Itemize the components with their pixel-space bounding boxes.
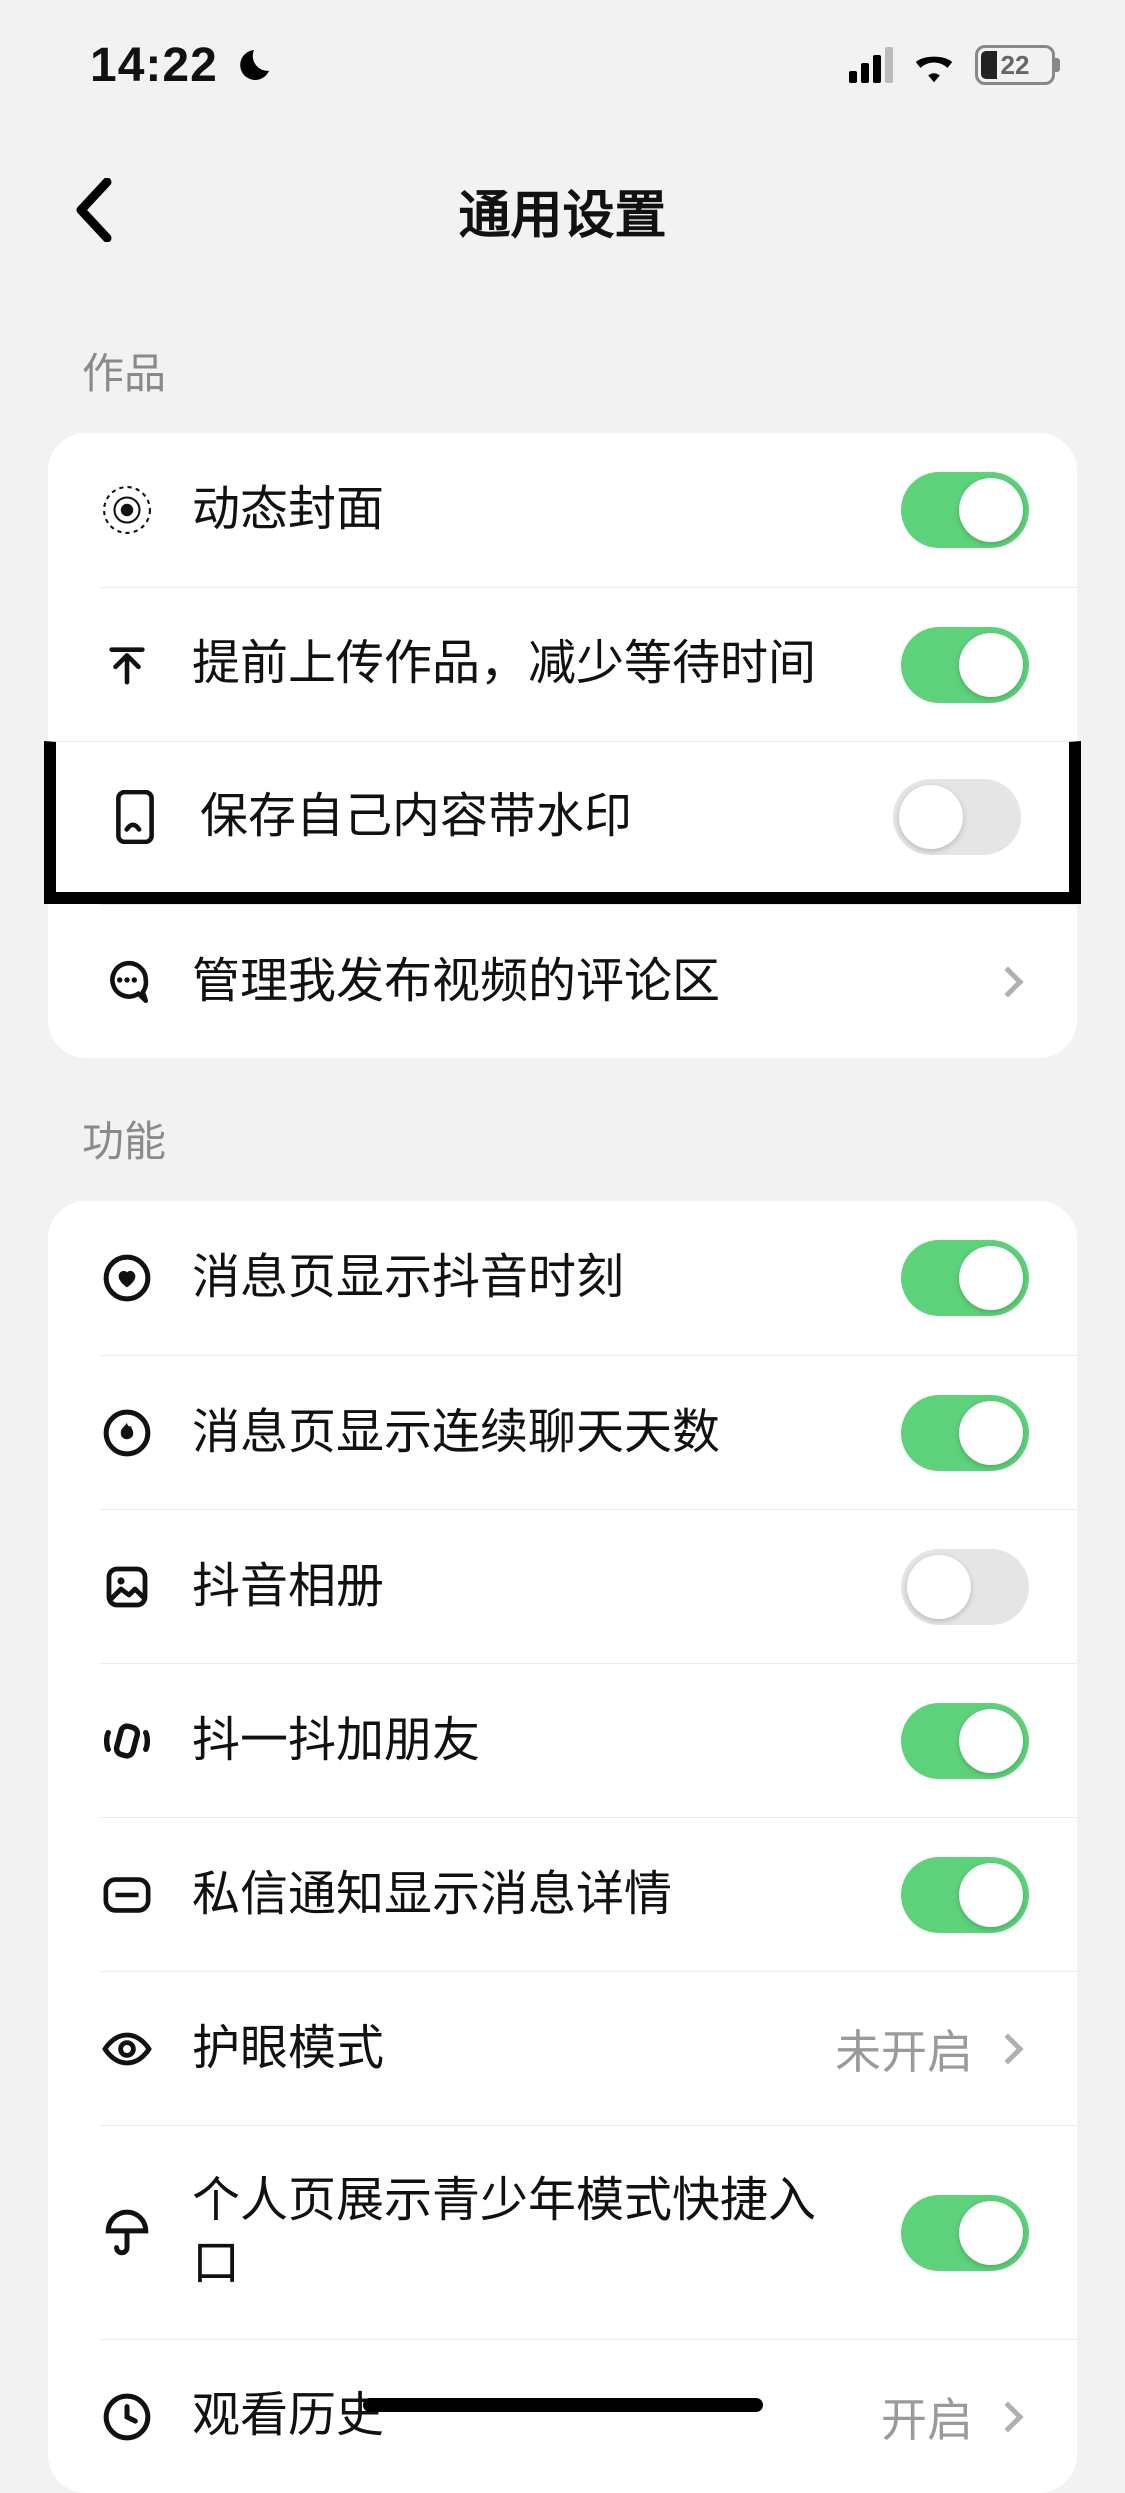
row-label: 抖音相册 [192, 1512, 863, 1662]
page-title: 通用设置 [458, 173, 666, 248]
toggle-show-chat-streak[interactable] [901, 1395, 1029, 1471]
row-teen-shortcut[interactable]: 个人页展示青少年模式快捷入口 [100, 2125, 1077, 2339]
chevron-left-icon [73, 178, 113, 242]
battery-percent: 22 [1001, 50, 1030, 81]
row-label: 提前上传作品，减少等待时间 [192, 589, 863, 739]
row-label: 抖一抖加朋友 [192, 1666, 863, 1816]
target-icon [100, 483, 154, 537]
chevron-right-icon [992, 2401, 1023, 2432]
card-works: 动态封面 提前上传作品，减少等待时间 保存自己内容带水印 [48, 433, 1077, 1058]
section-label-works: 作品 [0, 290, 1125, 433]
row-manage-comments[interactable]: 管理我发布视频的评论区 [100, 904, 1077, 1058]
row-label: 消息页显示连续聊天天数 [192, 1358, 863, 1508]
card-features: 消息页显示抖音时刻 消息页显示连续聊天天数 抖音相册 [48, 1201, 1077, 2493]
status-bar: 14:22 22 [0, 0, 1125, 130]
row-label: 观看历史 [192, 2341, 843, 2491]
phone-watermark-icon [108, 790, 162, 844]
row-eye-care[interactable]: 护眼模式 未开启 [100, 1971, 1077, 2125]
row-label: 个人页展示青少年模式快捷入口 [192, 2126, 863, 2339]
row-label: 动态封面 [192, 435, 863, 585]
battery-indicator: 22 [975, 45, 1055, 85]
row-label: 护眼模式 [192, 1974, 797, 2124]
row-save-watermark[interactable]: 保存自己内容带水印 [44, 741, 1081, 904]
toggle-dynamic-cover[interactable] [901, 472, 1029, 548]
row-value: 开启 [881, 2384, 973, 2450]
row-show-moments[interactable]: 消息页显示抖音时刻 [100, 1201, 1077, 1355]
chevron-right-icon [992, 966, 1023, 997]
row-label: 消息页显示抖音时刻 [192, 1203, 863, 1353]
umbrella-icon [100, 2206, 154, 2260]
toggle-pre-upload[interactable] [901, 627, 1029, 703]
message-detail-icon [100, 1868, 154, 1922]
status-right: 22 [849, 45, 1055, 85]
row-label: 管理我发布视频的评论区 [192, 907, 959, 1057]
back-button[interactable] [58, 175, 128, 245]
flame-circle-icon [100, 1406, 154, 1460]
shake-icon [100, 1714, 154, 1768]
row-label: 私信通知显示消息详情 [192, 1820, 863, 1970]
chevron-right-icon [992, 2033, 1023, 2064]
toggle-show-moments[interactable] [901, 1240, 1029, 1316]
row-dm-detail[interactable]: 私信通知显示消息详情 [100, 1817, 1077, 1971]
row-pre-upload[interactable]: 提前上传作品，减少等待时间 [100, 587, 1077, 741]
status-time: 14:22 [90, 38, 218, 93]
chat-ellipsis-icon [100, 955, 154, 1009]
home-indicator[interactable] [363, 2398, 763, 2412]
nav-header: 通用设置 [0, 130, 1125, 290]
row-watch-history[interactable]: 观看历史 开启 [100, 2339, 1077, 2493]
row-shake-friends[interactable]: 抖一抖加朋友 [100, 1663, 1077, 1817]
upload-arrow-icon [100, 638, 154, 692]
row-dynamic-cover[interactable]: 动态封面 [100, 433, 1077, 587]
image-icon [100, 1560, 154, 1614]
row-douyin-album[interactable]: 抖音相册 [100, 1509, 1077, 1663]
cellular-signal-icon [849, 47, 893, 83]
do-not-disturb-icon [234, 45, 274, 85]
section-label-features: 功能 [0, 1058, 1125, 1201]
toggle-teen-shortcut[interactable] [901, 2195, 1029, 2271]
row-value: 未开启 [835, 2016, 973, 2082]
toggle-dm-detail[interactable] [901, 1857, 1029, 1933]
eye-icon [100, 2022, 154, 2076]
status-left: 14:22 [90, 38, 274, 93]
wifi-icon [911, 47, 957, 83]
row-show-chat-streak[interactable]: 消息页显示连续聊天天数 [100, 1355, 1077, 1509]
toggle-shake-friends[interactable] [901, 1703, 1029, 1779]
heart-circle-icon [100, 1251, 154, 1305]
row-label: 保存自己内容带水印 [200, 742, 855, 892]
toggle-douyin-album[interactable] [901, 1549, 1029, 1625]
toggle-save-watermark[interactable] [893, 779, 1021, 855]
